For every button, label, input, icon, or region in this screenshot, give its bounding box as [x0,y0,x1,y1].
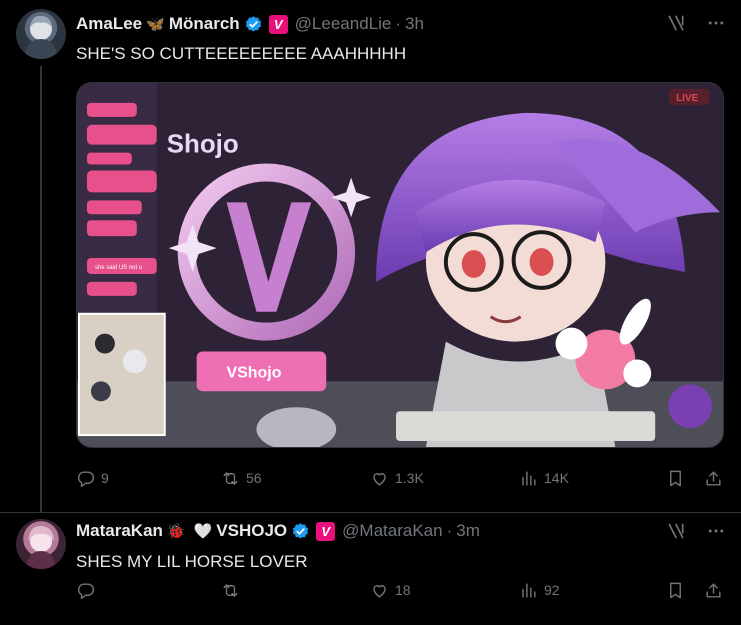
reply-count: 9 [101,470,109,486]
post-text: SHE'S SO CUTTEEEEEEEEE AAAHHHHH [76,44,407,63]
reply-button[interactable]: 9 [76,469,109,488]
bug-emoji: 🐞 [166,522,186,540]
trophy-text: VShojo [227,364,282,381]
share-icon [706,582,721,598]
post-amalee[interactable]: AmaLee 🦋 Mönarch V @LeeandLie · 3h SHE'S… [0,0,741,512]
engagement-bar: 18 92 [76,578,726,602]
views-icon [522,470,536,486]
share-button[interactable] [704,469,729,488]
views-button[interactable]: 92 [519,581,560,600]
repost-button[interactable] [221,581,246,600]
bookmark-button[interactable] [666,581,691,600]
like-icon [373,584,386,598]
bookmark-icon [670,582,681,598]
avatar[interactable] [16,9,66,59]
display-name[interactable]: AmaLee [76,14,142,34]
share-icon [706,470,721,486]
timestamp[interactable]: 3m [456,521,480,541]
post-header: AmaLee 🦋 Mönarch V @LeeandLie · 3h [76,13,424,35]
vshojo-badge[interactable]: V [268,14,288,34]
butterfly-emoji: 🦋 [146,15,165,33]
bookmark-button[interactable] [666,469,691,488]
chat-message: she said US not u [95,265,142,271]
reply-icon [77,470,95,487]
views-icon [522,582,536,598]
separator: · [446,521,453,540]
grok-icon[interactable] [665,12,687,34]
handle[interactable]: @LeeandLie [295,14,392,34]
share-button[interactable] [704,581,729,600]
bookmark-icon [670,470,681,486]
grok-icon[interactable] [665,520,687,542]
engagement-bar: 9 56 1.3K 14K [76,466,726,490]
avatar[interactable] [16,519,66,569]
display-name-suffix[interactable]: Mönarch [169,14,240,34]
handle[interactable]: @MataraKan [342,521,442,541]
verified-icon [292,522,309,539]
like-button[interactable]: 18 [370,581,411,600]
vshojo-badge[interactable]: V [316,521,336,541]
like-count: 18 [395,582,411,598]
repost-count: 56 [246,470,262,486]
views-button[interactable]: 14K [519,469,569,488]
post-matarakan[interactable]: MataraKan 🐞 🤍 VSHOJO V @MataraKan · 3m S… [0,512,741,625]
post-top-actions [665,520,727,542]
views-count: 92 [544,582,560,598]
post-top-actions [665,12,727,34]
like-button[interactable]: 1.3K [370,469,424,488]
live-label: LIVE [676,93,698,104]
brand-text: Shojo [167,131,239,159]
reply-button[interactable] [76,581,101,600]
verified-icon [245,15,261,32]
post-media-image[interactable]: she said US not u VShojo Shojo LIVE [76,82,724,448]
separator: · [395,14,402,33]
post-text: SHES MY LIL HORSE LOVER [76,552,308,571]
heart-emoji: 🤍 [193,522,213,540]
repost-icon [223,583,238,597]
views-count: 14K [544,470,569,486]
repost-button[interactable]: 56 [221,469,262,488]
timestamp[interactable]: 3h [405,14,424,34]
more-icon[interactable] [705,12,727,34]
reply-icon [77,582,95,599]
like-count: 1.3K [395,470,424,486]
like-icon [373,472,386,486]
display-name-suffix[interactable]: VSHOJO [216,521,287,541]
repost-icon [223,471,238,485]
more-icon[interactable] [705,520,727,542]
post-header: MataraKan 🐞 🤍 VSHOJO V @MataraKan · 3m [76,520,480,542]
display-name[interactable]: MataraKan [76,521,163,541]
